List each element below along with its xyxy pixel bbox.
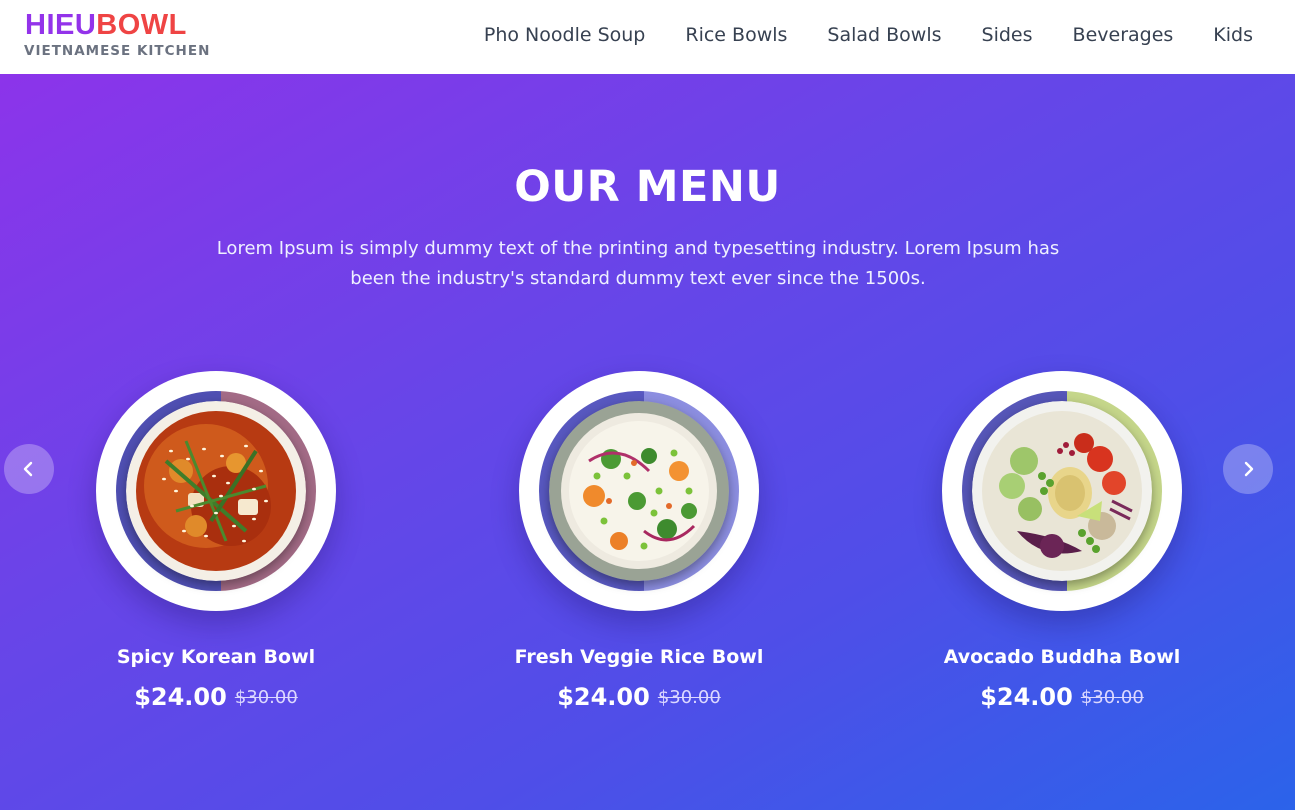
- spicy-soup-bowl-image: [126, 401, 306, 581]
- current-price: $24.00: [134, 683, 227, 711]
- nav-item-beverages[interactable]: Beverages: [1073, 22, 1174, 48]
- dish-plate: [942, 371, 1182, 611]
- carousel-next-button[interactable]: [1223, 444, 1273, 494]
- brand-logo[interactable]: HIEUBOWL VIETNAMESE KITCHEN: [24, 8, 211, 59]
- nav-item-pho-noodle-soup[interactable]: Pho Noodle Soup: [484, 22, 645, 48]
- section-title: OUR MENU: [514, 162, 781, 212]
- nav-item-salad-bowls[interactable]: Salad Bowls: [827, 22, 941, 48]
- old-price: $30.00: [657, 686, 721, 708]
- brand-name-part1: HIEU: [25, 9, 97, 41]
- dish-price: $24.00 $30.00: [912, 683, 1212, 711]
- chevron-right-icon: [1244, 461, 1254, 477]
- chevron-left-icon: [23, 461, 33, 477]
- carousel-prev-button[interactable]: [4, 444, 54, 494]
- dish-name: Spicy Korean Bowl: [116, 646, 316, 668]
- menu-card-avocado-buddha-bowl[interactable]: Avocado Buddha Bowl $24.00 $30.00: [912, 371, 1212, 731]
- section-description: Lorem Ipsum is simply dummy text of the …: [216, 238, 1060, 289]
- menu-card-fresh-veggie-rice-bowl[interactable]: Fresh Veggie Rice Bowl $24.00 $30.00: [489, 371, 789, 731]
- nav-item-sides[interactable]: Sides: [982, 22, 1033, 48]
- dish-price: $24.00 $30.00: [66, 683, 366, 711]
- dish-name: Avocado Buddha Bowl: [943, 646, 1181, 668]
- dish-price: $24.00 $30.00: [489, 683, 789, 711]
- brand-name: HIEUBOWL: [25, 8, 210, 42]
- brand-name-part2: BOWL: [96, 9, 187, 41]
- current-price: $24.00: [980, 683, 1073, 711]
- site-header: HIEUBOWL VIETNAMESE KITCHEN Pho Noodle S…: [0, 0, 1295, 74]
- old-price: $30.00: [1080, 686, 1144, 708]
- main-nav: Pho Noodle Soup Rice Bowls Salad Bowls S…: [484, 22, 1253, 48]
- nav-item-kids[interactable]: Kids: [1213, 22, 1253, 48]
- dish-name: Fresh Veggie Rice Bowl: [514, 646, 764, 668]
- brand-tagline: VIETNAMESE KITCHEN: [24, 43, 211, 59]
- current-price: $24.00: [557, 683, 650, 711]
- menu-section: OUR MENU Lorem Ipsum is simply dummy tex…: [0, 74, 1295, 810]
- buddha-bowl-image: [972, 401, 1152, 581]
- old-price: $30.00: [234, 686, 298, 708]
- nav-item-rice-bowls[interactable]: Rice Bowls: [685, 22, 787, 48]
- menu-card-spicy-korean-bowl[interactable]: Spicy Korean Bowl $24.00 $30.00: [66, 371, 366, 731]
- dish-plate: [519, 371, 759, 611]
- veggie-rice-bowl-image: [549, 401, 729, 581]
- dish-plate: [96, 371, 336, 611]
